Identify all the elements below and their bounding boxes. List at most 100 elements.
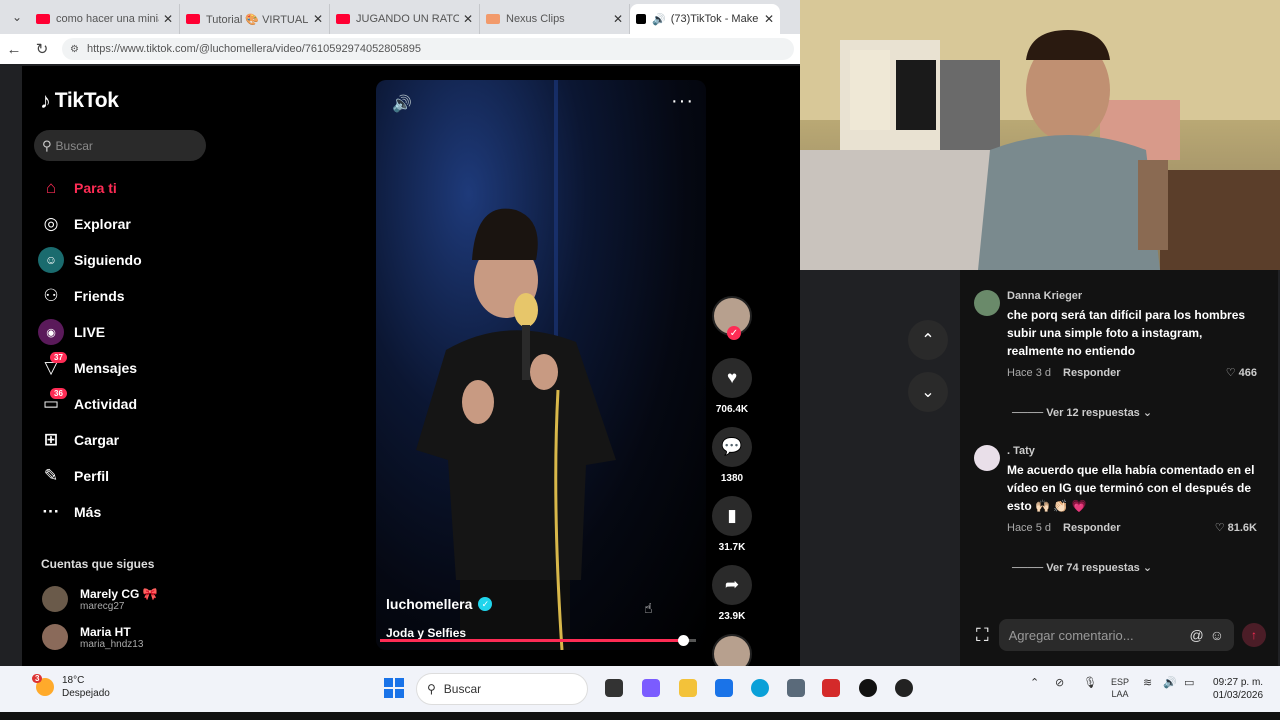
sidebar-item-label: Mensajes [74, 360, 138, 376]
battery-icon[interactable]: ▭ [1184, 676, 1194, 689]
follow-plus-icon[interactable]: ✓ [727, 326, 741, 340]
volume-icon[interactable]: 🔊 [392, 94, 412, 114]
sidebar-item-cargar[interactable]: ⊞ Cargar [38, 422, 142, 458]
sidebar-item-siguiendo[interactable]: ☺ Siguiendo [38, 242, 142, 278]
sidebar-item-mas[interactable]: ··· Más [38, 494, 142, 530]
sidebar-item-para-ti[interactable]: ⌂ Para ti [38, 170, 142, 206]
tab-list-chevron-icon[interactable]: ⌄ [4, 4, 30, 30]
video-progress-bar[interactable] [380, 635, 696, 646]
reload-icon[interactable]: ↻ [28, 40, 56, 58]
tray-chevron-up-icon[interactable]: ⌃ [1030, 676, 1039, 689]
add-image-icon[interactable]: ⛶ [976, 625, 989, 646]
send-arrow-icon[interactable]: ↑ [1242, 623, 1266, 647]
url-field[interactable]: ⚙ https://www.tiktok.com/@luchomellera/v… [62, 38, 794, 60]
sidebar-menu: ⌂ Para ti ◎ Explorar ☺ Siguiendo ⚇ Frien… [38, 170, 142, 530]
avatar [42, 624, 68, 650]
youtube-favicon-icon [186, 14, 200, 24]
task-view-icon[interactable] [605, 679, 623, 697]
sidebar-item-mensajes[interactable]: ▽ 37 Mensajes [38, 350, 142, 386]
close-tab-icon[interactable]: ✕ [463, 12, 473, 26]
sidebar-item-friends[interactable]: ⚇ Friends [38, 278, 142, 314]
close-tab-icon[interactable]: ✕ [764, 12, 774, 26]
site-info-icon[interactable]: ⚙ [70, 44, 79, 55]
avatar [42, 586, 68, 612]
taskbar-clock[interactable]: 09:27 p. m. 01/03/2026 [1213, 676, 1263, 702]
more-options-icon[interactable]: ··· [671, 90, 694, 113]
volume-icon[interactable]: 🔊 [1163, 676, 1177, 689]
following-accounts-title: Cuentas que sigues [41, 557, 155, 571]
browser-tab-bar: ⌄ como hacer una miniatura ✕ Tutorial 🎨 … [0, 0, 800, 34]
emoji-icon[interactable]: ☺ [1210, 627, 1224, 643]
video-player[interactable]: 🔊 ··· luchomellera ✓ Joda y Selfies [376, 80, 706, 650]
comment-input[interactable]: Agregar comentario... @ ☺ [998, 619, 1234, 651]
view-replies-button[interactable]: ──── Ver 12 respuestas ⌄ [1012, 406, 1152, 419]
tiktok-logo[interactable]: ♪ TikTok [40, 88, 119, 114]
taskbar-search[interactable]: ⚲ Buscar [416, 673, 588, 705]
next-video-chevron-down-icon[interactable]: ⌄ [908, 372, 948, 412]
comment-bubble-icon[interactable]: 💬 [712, 427, 752, 467]
weather-widget[interactable]: 3 18°C Despejado [32, 674, 110, 700]
comment-author[interactable]: Danna Krieger [1007, 290, 1257, 302]
tab-title: como hacer una miniatura [56, 13, 159, 25]
search-input[interactable]: ⚲ Buscar [34, 130, 206, 161]
close-tab-icon[interactable]: ✕ [313, 12, 323, 26]
friends-icon: ⚇ [43, 286, 59, 305]
obs-icon[interactable] [895, 679, 913, 697]
messages-badge: 37 [50, 352, 67, 363]
browser-tab[interactable]: como hacer una miniatura ✕ [30, 4, 180, 34]
sidebar-item-actividad[interactable]: ▭ 36 Actividad [38, 386, 142, 422]
more-icon: ··· [42, 502, 60, 521]
video-author[interactable]: luchomellera ✓ [386, 596, 493, 612]
clock-time: 09:27 p. m. [1213, 677, 1264, 688]
avatar[interactable] [974, 290, 1000, 316]
comment-like-button[interactable]: ♡ 81.6K [1215, 521, 1257, 534]
reply-button[interactable]: Responder [1063, 367, 1120, 379]
avatar[interactable] [974, 445, 1000, 471]
author-avatar[interactable]: ✓ [712, 296, 752, 340]
sidebar-item-label: Friends [74, 288, 125, 304]
copilot-icon[interactable] [642, 679, 660, 697]
previous-video-chevron-up-icon[interactable]: ⌃ [908, 320, 948, 360]
settings-gear-icon[interactable] [787, 679, 805, 697]
bookmark-icon[interactable]: ▮ [712, 496, 752, 536]
language-indicator[interactable]: ESP LAA [1111, 676, 1129, 700]
account-name: Marely CG 🎀 [80, 586, 158, 601]
sidebar-item-explorar[interactable]: ◎ Explorar [38, 206, 142, 242]
wifi-icon[interactable]: ≋ [1143, 676, 1152, 689]
browser-tab-active[interactable]: 🔊 (73)TikTok - Make Y ✕ [630, 4, 780, 34]
sidebar-item-live[interactable]: ◉ LIVE [38, 314, 142, 350]
comment-author[interactable]: . Taty [1007, 445, 1257, 457]
like-heart-icon[interactable]: ♥ [712, 358, 752, 398]
tab-audio-icon[interactable]: 🔊 [652, 13, 666, 26]
followed-account[interactable]: Marely CG 🎀 marecg27 [42, 586, 158, 612]
followed-account[interactable]: Maria HT maria_hndz13 [42, 624, 143, 650]
app-red-icon[interactable] [822, 679, 840, 697]
view-replies-label: Ver 74 respuestas [1046, 562, 1140, 574]
media-player-icon[interactable] [859, 679, 877, 697]
back-arrow-icon[interactable]: ← [0, 41, 28, 58]
reply-button[interactable]: Responder [1063, 522, 1120, 534]
heart-outline-icon: ♡ [1225, 367, 1236, 379]
close-tab-icon[interactable]: ✕ [613, 12, 623, 26]
browser-tab[interactable]: Tutorial 🎨 VIRTUAL DJ ✕ [180, 4, 330, 34]
file-explorer-icon[interactable] [679, 679, 697, 697]
browser-tab[interactable]: JUGANDO UN RATO - Y ✕ [330, 4, 480, 34]
view-replies-button[interactable]: ──── Ver 74 respuestas ⌄ [1012, 561, 1152, 574]
webcam-overlay [800, 0, 1280, 270]
bottom-edge [0, 712, 1280, 720]
close-tab-icon[interactable]: ✕ [163, 12, 173, 26]
edge-browser-icon[interactable] [751, 679, 769, 697]
comment-like-button[interactable]: ♡ 466 [1226, 366, 1257, 379]
sidebar-item-perfil[interactable]: ✎ Perfil [38, 458, 142, 494]
windows-start-icon[interactable] [384, 678, 404, 698]
mention-icon[interactable]: @ [1189, 627, 1203, 643]
temperature: 18°C [62, 675, 85, 686]
store-icon[interactable] [715, 679, 733, 697]
share-arrow-icon[interactable]: ➦ [712, 565, 752, 605]
tray-network-off-icon[interactable]: ⊘ [1055, 676, 1064, 689]
comment-like-count: 81.6K [1227, 522, 1257, 534]
sidebar-item-label: Cargar [74, 432, 120, 448]
sidebar-item-label: LIVE [74, 324, 106, 340]
browser-tab[interactable]: Nexus Clips ✕ [480, 4, 630, 34]
microphone-icon[interactable]: 🎙 [1083, 676, 1097, 689]
